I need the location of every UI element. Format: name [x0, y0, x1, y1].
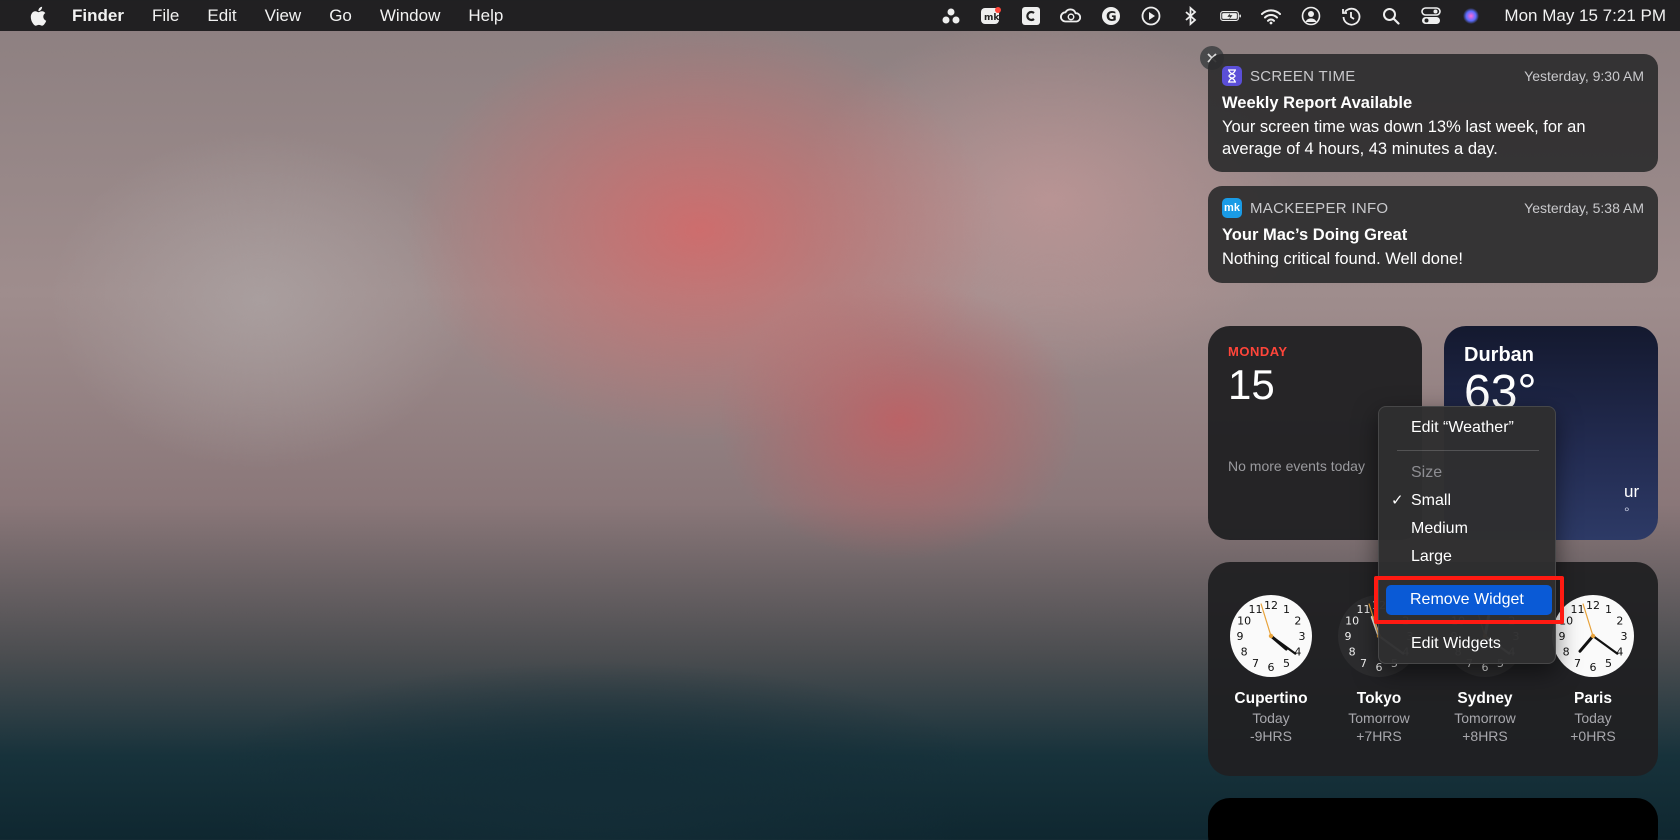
weather-range-fragment: ° [1624, 504, 1630, 520]
svg-text:10: 10 [1345, 615, 1359, 628]
notification-screen-time[interactable]: SCREEN TIME Yesterday, 9:30 AM Weekly Re… [1208, 54, 1658, 172]
clock-relative-day: Today [1252, 710, 1290, 726]
clock-offset: -9HRS [1249, 728, 1292, 744]
notification-time: Yesterday, 9:30 AM [1524, 68, 1644, 84]
clock-relative-day: Tomorrow [1454, 710, 1516, 726]
time-machine-icon[interactable] [1340, 5, 1362, 27]
clock-relative-day: Today [1574, 710, 1612, 726]
world-clock-cupertino: 1 2 3 4 5 6 7 8 9 10 11 12 Cupertino Today -9HRS [1216, 594, 1326, 744]
notification-time: Yesterday, 5:38 AM [1524, 200, 1644, 216]
menu-file[interactable]: File [152, 6, 179, 26]
svg-text:3: 3 [1299, 630, 1306, 643]
calendar-date: 15 [1228, 361, 1275, 408]
notification-body: Your screen time was down 13% last week,… [1222, 118, 1586, 158]
svg-text:7: 7 [1252, 657, 1259, 670]
menu-edit[interactable]: Edit [207, 6, 236, 26]
svg-text:11: 11 [1357, 603, 1371, 616]
menu-go[interactable]: Go [329, 6, 352, 26]
svg-text:9: 9 [1237, 630, 1244, 643]
clock-city: Sydney [1457, 690, 1513, 707]
status-menu-area: mk G Mon May 15 7:21 PM [922, 0, 1666, 31]
notification-app-name: MACKEEPER INFO [1250, 199, 1389, 217]
mackeeper-app-icon: mk [1222, 198, 1242, 218]
svg-text:mk: mk [984, 13, 1000, 23]
svg-text:9: 9 [1345, 630, 1352, 643]
menu-size-large[interactable]: Large [1411, 548, 1452, 566]
svg-text:2: 2 [1294, 615, 1301, 628]
svg-text:6: 6 [1590, 661, 1597, 674]
creative-cloud-icon[interactable] [1060, 5, 1082, 27]
clock-offset: +7HRS [1356, 728, 1402, 744]
menu-edit-widgets[interactable]: Edit Widgets [1411, 635, 1501, 653]
widget-context-menu: Edit “Weather” Size ✓ Small Medium Large… [1378, 406, 1556, 664]
svg-text:4: 4 [1294, 646, 1301, 659]
clock-city: Cupertino [1234, 690, 1308, 707]
svg-text:8: 8 [1349, 646, 1356, 659]
c-app-icon[interactable] [1020, 5, 1042, 27]
play-icon[interactable] [1140, 5, 1162, 27]
menu-window[interactable]: Window [380, 6, 440, 26]
svg-text:1: 1 [1605, 603, 1612, 616]
bluetooth-icon[interactable] [1180, 5, 1202, 27]
svg-text:11: 11 [1571, 603, 1585, 616]
battery-icon[interactable] [1220, 5, 1242, 27]
user-icon[interactable] [1300, 5, 1322, 27]
clock-face-icon: 123456789101112 [1230, 595, 1312, 677]
menu-size-header: Size [1411, 464, 1443, 481]
clock-city: Tokyo [1356, 690, 1402, 707]
svg-text:11: 11 [1249, 603, 1263, 616]
svg-text:7: 7 [1574, 657, 1581, 670]
clock-offset: +0HRS [1570, 728, 1616, 744]
siri-icon[interactable] [1460, 5, 1482, 27]
notification-mackeeper[interactable]: mk MACKEEPER INFO Yesterday, 5:38 AM You… [1208, 186, 1658, 283]
cluster-icon[interactable] [940, 5, 962, 27]
menu-help[interactable]: Help [468, 6, 503, 26]
calendar-events: No more events today [1228, 458, 1365, 474]
weather-city: Durban [1464, 344, 1534, 366]
clock-offset: +8HRS [1462, 728, 1508, 744]
svg-text:8: 8 [1241, 646, 1248, 659]
apple-icon[interactable] [28, 6, 50, 26]
grammarly-icon[interactable]: G [1100, 5, 1122, 27]
notification-app-name: SCREEN TIME [1250, 67, 1356, 85]
menu-size-small[interactable]: Small [1411, 492, 1451, 510]
control-center-icon[interactable] [1420, 5, 1442, 27]
svg-text:6: 6 [1268, 661, 1275, 674]
svg-text:5: 5 [1283, 657, 1290, 670]
svg-text:12: 12 [1586, 599, 1600, 612]
menu-view[interactable]: View [265, 6, 302, 26]
wifi-icon[interactable] [1260, 5, 1282, 27]
remove-widget-highlight: Remove Widget [1374, 576, 1564, 624]
svg-text:10: 10 [1237, 615, 1251, 628]
svg-text:7: 7 [1360, 657, 1367, 670]
svg-text:4: 4 [1616, 646, 1623, 659]
search-icon[interactable] [1380, 5, 1402, 27]
menu-size-medium[interactable]: Medium [1411, 520, 1468, 538]
menu-finder[interactable]: Finder [72, 6, 124, 26]
clock-city: Paris [1574, 690, 1612, 707]
svg-text:8: 8 [1563, 646, 1570, 659]
checkmark-icon: ✓ [1391, 492, 1404, 509]
svg-text:2: 2 [1616, 615, 1623, 628]
bottom-widget[interactable] [1208, 798, 1658, 840]
menubar-clock[interactable]: Mon May 15 7:21 PM [1504, 6, 1666, 26]
svg-text:1: 1 [1283, 603, 1290, 616]
hourglass-icon [1222, 66, 1242, 86]
svg-text:12: 12 [1264, 599, 1278, 612]
svg-text:G: G [1106, 10, 1117, 25]
menu-edit-weather[interactable]: Edit “Weather” [1411, 419, 1514, 437]
mackeeper-icon[interactable]: mk [980, 5, 1002, 27]
calendar-day: MONDAY [1228, 344, 1288, 359]
notification-body: Nothing critical found. Well done! [1222, 250, 1463, 268]
notification-title: Weekly Report Available [1222, 94, 1413, 112]
menu-remove-widget[interactable]: Remove Widget [1386, 585, 1552, 615]
clock-relative-day: Tomorrow [1348, 710, 1410, 726]
weather-condition-fragment: ur [1624, 482, 1640, 501]
svg-text:9: 9 [1559, 630, 1566, 643]
svg-text:5: 5 [1605, 657, 1612, 670]
menu-bar: Finder File Edit View Go Window Help mk … [0, 0, 1680, 31]
svg-text:3: 3 [1621, 630, 1628, 643]
menu-separator [1397, 450, 1539, 451]
notification-title: Your Mac’s Doing Great [1222, 226, 1408, 244]
